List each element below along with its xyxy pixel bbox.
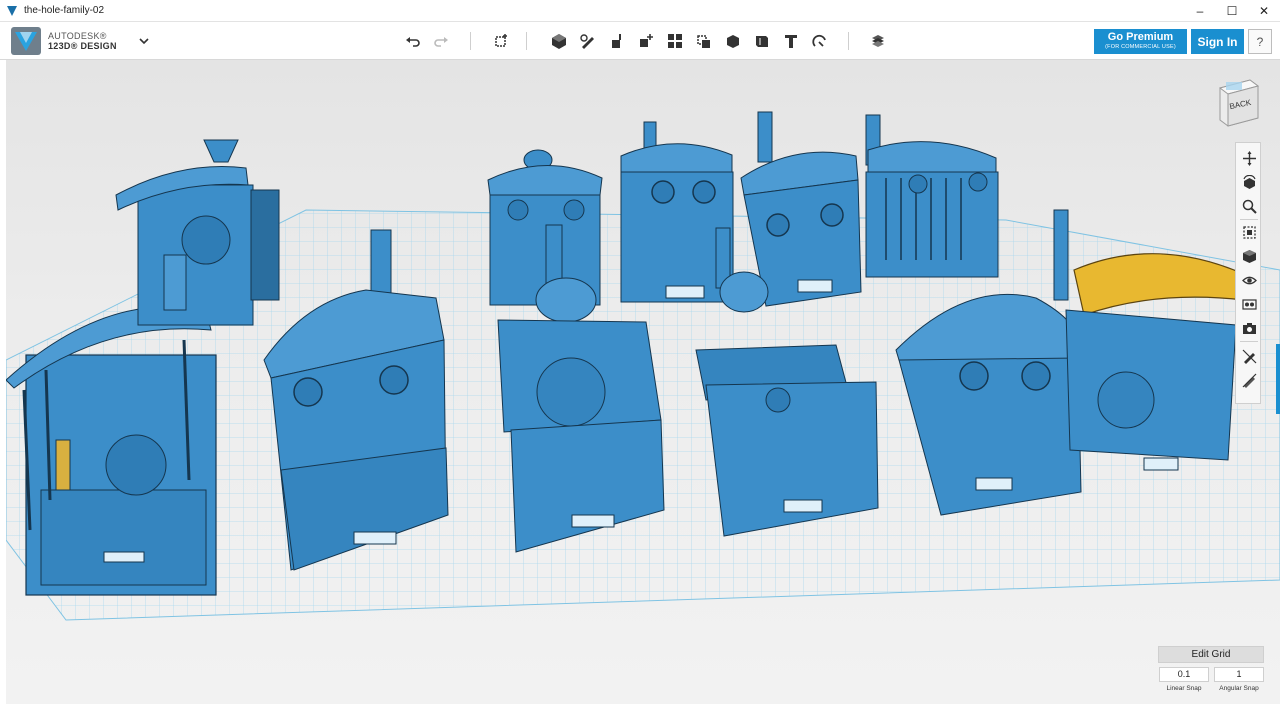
side-panel-tab[interactable] (1276, 344, 1280, 414)
visibility-icon[interactable] (1240, 271, 1258, 289)
snap-icon[interactable] (810, 31, 830, 51)
navigation-bar (1235, 142, 1261, 404)
combine-icon[interactable] (723, 31, 743, 51)
go-premium-label: Go Premium (1107, 31, 1174, 43)
fit-icon[interactable] (1240, 223, 1258, 241)
transform-icon[interactable] (491, 31, 511, 51)
pattern-icon[interactable] (665, 31, 685, 51)
material-view-icon[interactable] (1240, 295, 1258, 313)
linear-snap-label: Linear Snap (1166, 685, 1202, 692)
maximize-button[interactable]: ☐ (1216, 0, 1248, 22)
close-button[interactable]: ✕ (1248, 0, 1280, 22)
help-button[interactable]: ? (1248, 29, 1272, 54)
construct-icon[interactable] (607, 31, 627, 51)
3d-viewport[interactable]: BACK Edit Grid 0.1 1 Linear Snap Angular… (0, 60, 1280, 704)
undo-icon[interactable] (403, 31, 423, 51)
autodesk-logo-icon (11, 27, 41, 55)
primitives-icon[interactable] (549, 31, 569, 51)
zoom-icon[interactable] (1240, 197, 1258, 215)
edit-grid-button[interactable]: Edit Grid (1158, 646, 1264, 663)
grouping-icon[interactable] (694, 31, 714, 51)
camera-icon[interactable] (1240, 319, 1258, 337)
hide-sketch-icon[interactable] (1240, 347, 1258, 365)
brand-line-2: 123D® DESIGN (48, 41, 117, 51)
go-premium-button[interactable]: Go Premium (FOR COMMERCIAL USE) (1094, 29, 1187, 54)
angular-snap-field[interactable]: 1 (1214, 667, 1264, 682)
grid-settings-panel: Edit Grid 0.1 1 Linear Snap Angular Snap (1158, 646, 1264, 698)
chevron-down-icon[interactable] (138, 35, 150, 47)
view-cube[interactable]: BACK (1216, 76, 1262, 128)
pan-icon[interactable] (1240, 149, 1258, 167)
angular-snap-label: Angular Snap (1219, 685, 1259, 692)
material-icon[interactable] (868, 31, 888, 51)
document-title: the-hole-family-02 (24, 5, 105, 16)
app-toolbar: AUTODESK® 123D® DESIGN Go Premium (FOR C… (0, 22, 1280, 60)
orbit-icon[interactable] (1240, 173, 1258, 191)
sketch-icon[interactable] (578, 31, 598, 51)
brand: AUTODESK® 123D® DESIGN (10, 26, 117, 56)
minimize-button[interactable]: – (1184, 0, 1216, 22)
text-icon[interactable] (781, 31, 801, 51)
locomotive-model[interactable] (487, 149, 603, 306)
view-cube-icon[interactable] (1240, 247, 1258, 265)
redo-icon[interactable] (431, 31, 451, 51)
go-premium-sublabel: (FOR COMMERCIAL USE) (1105, 44, 1176, 50)
window-title-bar: the-hole-family-02 – ☐ ✕ (0, 0, 1280, 22)
locomotive-model[interactable] (115, 139, 280, 326)
linear-snap-field[interactable]: 0.1 (1159, 667, 1209, 682)
measure-icon[interactable] (752, 31, 772, 51)
locomotive-model[interactable] (865, 114, 999, 278)
sign-in-button[interactable]: Sign In (1191, 29, 1244, 54)
app-logo-icon (7, 5, 17, 16)
brand-line-1: AUTODESK® (48, 31, 107, 41)
locomotive-model[interactable] (1065, 253, 1247, 471)
modify-icon[interactable] (636, 31, 656, 51)
scene-canvas[interactable] (6, 60, 1280, 704)
hide-mesh-icon[interactable] (1240, 371, 1258, 389)
